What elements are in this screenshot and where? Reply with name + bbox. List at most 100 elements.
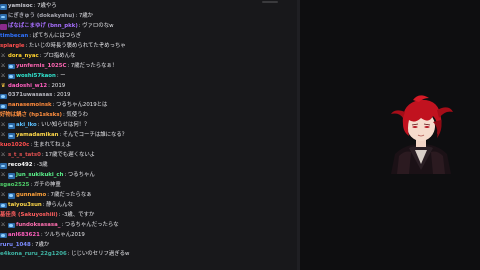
sub-badge-icon[interactable] — [8, 63, 15, 70]
chat-username[interactable]: timbecan — [0, 32, 28, 42]
mod-badge-icon[interactable]: ⚔ — [0, 63, 7, 70]
chat-message-text: 7歳か — [35, 241, 50, 248]
chat-username[interactable]: Jun_sukikuki_ch — [16, 171, 63, 181]
streamer-avatar-icon — [391, 95, 453, 174]
mod-badge-icon[interactable]: ⚔ — [0, 123, 7, 129]
chat-message-text: ぽてちんにはつらぎ — [32, 32, 82, 39]
chat-message: e4kona_ruru_22g1206: じじいのセリフ過ぎるw — [0, 250, 296, 260]
chat-message: anl683621: ツルちゃん2019 — [0, 231, 296, 241]
sub-badge-icon[interactable] — [0, 202, 7, 209]
chat-username[interactable]: dadoshi_w12 — [8, 82, 47, 92]
chat-message-text: 17歳でも遅くないよ — [45, 152, 96, 159]
chat-message: splargle: たいじの時長う褒められてたぞめっちゃ — [0, 42, 296, 52]
chat-panel: yamisoc:7歳やろ にぎきゅう (dokakyshu):7歳か ばなぱこまゆげ… — [0, 0, 300, 270]
chat-username[interactable]: ばなぱこまゆげ (bnn_pkk) — [8, 22, 78, 32]
chat-username[interactable]: yamisoc — [8, 2, 33, 12]
chat-badges: ⚔ — [0, 193, 16, 199]
sub-badge-icon[interactable] — [0, 232, 7, 239]
chat-username[interactable]: fundoksasasa_ — [16, 221, 60, 231]
chat-username[interactable]: woshi57kaon — [16, 72, 56, 82]
chat-separator: : — [52, 102, 55, 109]
chat-username[interactable]: gunnaimo — [16, 191, 46, 201]
chat-message: sgao2525: ガチの神童 — [0, 181, 296, 191]
chat-username[interactable]: ruru_1048 — [0, 241, 31, 251]
chat-message-text: つるちゃん — [67, 171, 95, 178]
chat-username[interactable]: taiyou3sun — [8, 201, 42, 211]
chat-message-text: 生まれてねぇよ — [33, 142, 72, 149]
chat-badges: ⚔ — [0, 133, 16, 139]
vip-badge-icon[interactable] — [0, 24, 7, 30]
chat-username[interactable]: reco492 — [8, 161, 32, 171]
chat-message-text: 7歳だったらなぁ — [50, 191, 92, 198]
chat-message-text: ー — [60, 72, 66, 79]
chat-username[interactable]: splargle — [0, 42, 25, 52]
chat-username[interactable]: aki_lko — [16, 121, 37, 131]
chat-message: timbecan: ぽてちんにはつらぎ — [0, 32, 296, 42]
mod-badge-icon[interactable]: ⚔ — [0, 73, 7, 80]
sub-badge-icon[interactable] — [0, 14, 7, 20]
chat-message-text: ツルちゃん2019 — [44, 231, 85, 238]
chat-badges — [0, 103, 8, 110]
chat-message: ばなぱこまゆげ (bnn_pkk): ヴァロのなw — [0, 22, 296, 32]
chat-message-text: そんでコーチは誰になる？ — [62, 132, 128, 139]
sub-badge-icon[interactable] — [8, 222, 15, 229]
chat-message-text: -3歳 — [36, 162, 48, 168]
crown-badge-icon[interactable]: ♛ — [0, 83, 7, 90]
chat-separator: : — [63, 112, 65, 119]
sub-badge-icon[interactable] — [0, 93, 7, 100]
chat-message: ⚔ yamadamikan: そんでコーチは誰になる？ — [0, 131, 296, 141]
chat-username[interactable]: yunfernis_1025C — [16, 62, 66, 72]
chat-separator: : — [31, 241, 34, 248]
sub-badge-icon[interactable] — [8, 123, 15, 129]
mod-badge-icon[interactable]: ⚔ — [0, 193, 7, 199]
chat-separator: : — [67, 62, 70, 69]
sub-badge-icon[interactable] — [8, 193, 15, 199]
sub-badge-icon[interactable] — [8, 133, 15, 139]
chat-message-text: ヴァロのなw — [82, 22, 114, 29]
mod-badge-icon[interactable]: ⚔ — [0, 173, 7, 179]
chat-username[interactable]: kuo1020c — [0, 141, 29, 151]
chat-message-text: 2019 — [51, 82, 66, 89]
chat-badges: ⚔ — [0, 123, 16, 129]
chat-message: ⚔ yunfernis_1025C:7歳だったらなぁ！ — [0, 62, 296, 72]
chat-username[interactable]: e4kona_ruru_22g1206 — [0, 250, 67, 260]
chat-message: ⚔ woshi57kaon: ー — [0, 72, 296, 82]
chat-username[interactable]: yamadamikan — [16, 131, 58, 141]
chat-username[interactable]: nanasemoinsk — [8, 101, 52, 111]
chat-separator: : — [75, 12, 78, 19]
streamer-avatar — [385, 94, 457, 174]
chat-scrollbar[interactable] — [297, 0, 300, 270]
chat-separator: : — [33, 3, 36, 9]
chat-username[interactable]: 0371uwasasas — [8, 91, 52, 101]
chat-separator: : — [64, 171, 67, 178]
chat-badges: ⚔ — [0, 153, 8, 159]
chat-badges: ⚔ — [0, 73, 16, 80]
chat-username[interactable]: sgao2525 — [0, 181, 29, 191]
sub-badge-icon[interactable] — [0, 163, 7, 169]
chat-username[interactable]: 好物は鍋さ (hp1sksks) — [0, 111, 62, 121]
mod-badge-icon[interactable]: ⚔ — [0, 133, 7, 139]
chat-separator: : — [30, 142, 33, 149]
chat-username[interactable]: anl683621 — [8, 231, 40, 241]
chat-badges — [0, 14, 8, 20]
chat-separator: : — [39, 52, 42, 59]
mod-badge-icon[interactable]: ⚔ — [0, 222, 7, 229]
chat-username[interactable]: s_t_s_tats0 — [8, 151, 41, 161]
chat-message: ♛ dadoshi_w12:2019 — [0, 82, 296, 92]
chat-message-text: つるちゃんだったらな — [64, 221, 119, 228]
sub-badge-icon[interactable] — [8, 173, 15, 179]
sub-badge-icon[interactable] — [0, 4, 7, 10]
chat-username[interactable]: dora_nyac — [8, 52, 39, 62]
chat-message: 基佳良 (Sakuyoshiii): -3歳、ですか — [0, 211, 296, 221]
sub-badge-icon[interactable] — [8, 73, 15, 80]
chat-separator: : — [56, 72, 59, 79]
chat-username[interactable]: にぎきゅう (dokakyshu) — [8, 12, 75, 22]
chat-username[interactable]: 基佳良 (Sakuyoshiii) — [0, 211, 58, 221]
chat-message: ⚔ s_t_s_tats0:17歳でも遅くないよ — [0, 151, 296, 161]
sub-badge-icon[interactable] — [0, 103, 7, 110]
mod-badge-icon[interactable]: ⚔ — [0, 53, 7, 60]
mod-badge-icon[interactable]: ⚔ — [0, 153, 7, 159]
chat-separator: : — [59, 132, 62, 139]
chat-separator: : — [37, 122, 40, 129]
chat-message-text: 7歳か — [78, 12, 94, 19]
